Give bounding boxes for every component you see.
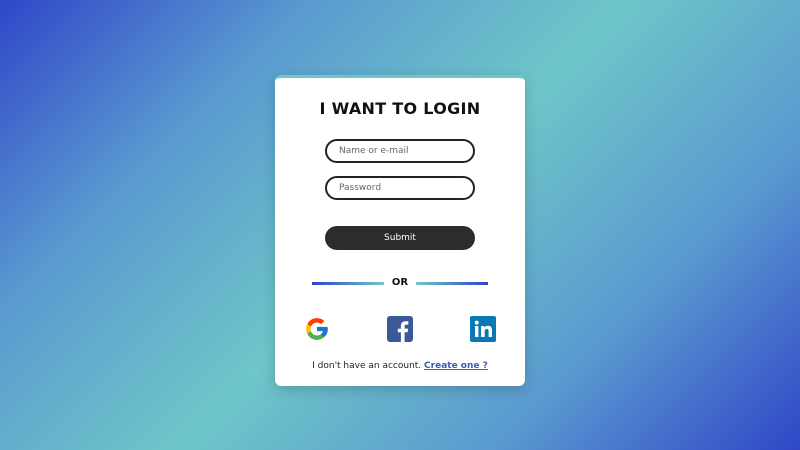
divider-line-right [416, 282, 488, 285]
signup-text: I don't have an account. [312, 361, 422, 371]
google-login-button[interactable] [304, 316, 330, 342]
login-card: I WANT TO LOGIN Submit OR I don't have a [275, 75, 525, 386]
password-field[interactable] [325, 176, 475, 200]
facebook-icon [387, 316, 413, 342]
name-email-field[interactable] [325, 139, 475, 163]
create-account-link[interactable]: Create one ? [424, 361, 488, 371]
facebook-login-button[interactable] [387, 316, 413, 342]
signup-prompt: I don't have an account. Create one ? [275, 361, 525, 371]
linkedin-login-button[interactable] [470, 316, 496, 342]
linkedin-icon [470, 316, 496, 342]
google-icon [306, 318, 328, 340]
submit-button[interactable]: Submit [325, 226, 475, 250]
or-divider: OR [312, 276, 488, 290]
page-title: I WANT TO LOGIN [319, 99, 481, 118]
